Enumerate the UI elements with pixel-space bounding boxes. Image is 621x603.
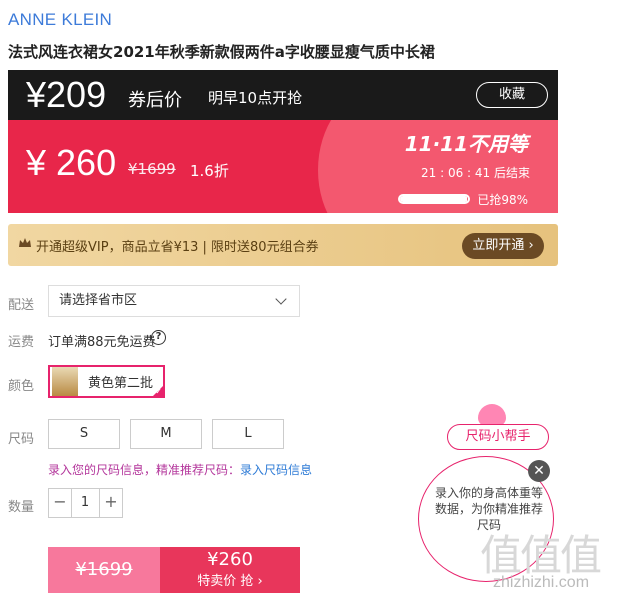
coupon-label: 券后价 — [128, 90, 182, 111]
start-time: 明早10点开抢 — [208, 89, 303, 107]
sold-percentage: 已抢98% — [477, 193, 528, 207]
event-slogan: 11·11不用等 — [404, 132, 528, 156]
size-option-l[interactable]: L — [212, 419, 284, 449]
size-info-text: 录入您的尺码信息，精准推荐尺码： — [48, 463, 241, 477]
watermark-url: zhizhizhi.com — [493, 574, 590, 591]
quantity-increment-button[interactable]: + — [99, 488, 123, 518]
shipping-text: 订单满88元免运费 — [48, 335, 156, 350]
check-icon: ✓ — [155, 387, 162, 396]
coupon-price: ¥209 — [26, 74, 107, 115]
mascot-icon — [478, 404, 506, 426]
chevron-down-icon — [275, 293, 287, 305]
discount-rate: 1.6折 — [190, 162, 229, 180]
size-info: 录入您的尺码信息，精准推荐尺码：录入尺码信息 — [48, 461, 312, 478]
countdown-timer: 21 : 06 : 41 后结束 — [421, 166, 530, 180]
size-option-s[interactable]: S — [48, 419, 120, 449]
product-title: 法式风连衣裙女2021年秋季新款假两件a字收腰显瘦气质中长裙 — [8, 43, 435, 61]
color-thumbnail — [52, 367, 78, 396]
size-option-m[interactable]: M — [130, 419, 202, 449]
vip-text: 开通超级VIP，商品立省¥13 | 限时送80元组合券 — [36, 240, 319, 255]
region-select[interactable]: 请选择省市区 — [48, 285, 300, 317]
vip-banner: 开通超级VIP，商品立省¥13 | 限时送80元组合券 立即开通 › — [8, 224, 558, 266]
sold-progress-bar — [398, 194, 470, 204]
quantity-decrement-button[interactable]: − — [48, 488, 72, 518]
quantity-input[interactable]: 1 — [71, 488, 99, 518]
favorite-button[interactable]: 收藏 — [476, 82, 548, 108]
shipping-label: 运费 — [8, 335, 35, 350]
color-label: 颜色 — [8, 379, 35, 394]
size-helper-title[interactable]: 尺码小帮手 — [447, 424, 549, 450]
delivery-label: 配送 — [8, 298, 35, 313]
current-price: ¥ 260 — [26, 142, 117, 183]
close-icon[interactable]: ✕ — [528, 460, 550, 482]
progress-fill — [400, 196, 467, 202]
region-select-placeholder: 请选择省市区 — [59, 293, 138, 308]
size-label: 尺码 — [8, 432, 35, 447]
color-option-selected[interactable]: 黄色第二批 ✓ — [48, 365, 165, 398]
size-info-link[interactable]: 录入尺码信息 — [240, 463, 312, 477]
buy-action-label: 特卖价 抢 › — [197, 574, 263, 589]
vip-activate-button[interactable]: 立即开通 › — [462, 233, 544, 259]
original-price-button[interactable]: ¥1699 — [48, 547, 160, 593]
quantity-label: 数量 — [8, 500, 35, 515]
brand-name[interactable]: ANNE KLEIN — [8, 10, 112, 30]
buy-now-button[interactable]: ¥260 特卖价 抢 › — [160, 547, 300, 593]
promo-header: ¥209 券后价 明早10点开抢 收藏 — [8, 70, 558, 120]
help-icon[interactable]: ? — [151, 330, 166, 345]
original-price: ¥1699 — [128, 160, 176, 178]
price-banner: ¥ 260 ¥1699 1.6折 11·11不用等 21 : 06 : 41 后… — [8, 120, 558, 213]
buy-price: ¥260 — [207, 549, 253, 570]
crown-icon — [19, 238, 31, 247]
color-option-label: 黄色第二批 — [88, 376, 154, 391]
